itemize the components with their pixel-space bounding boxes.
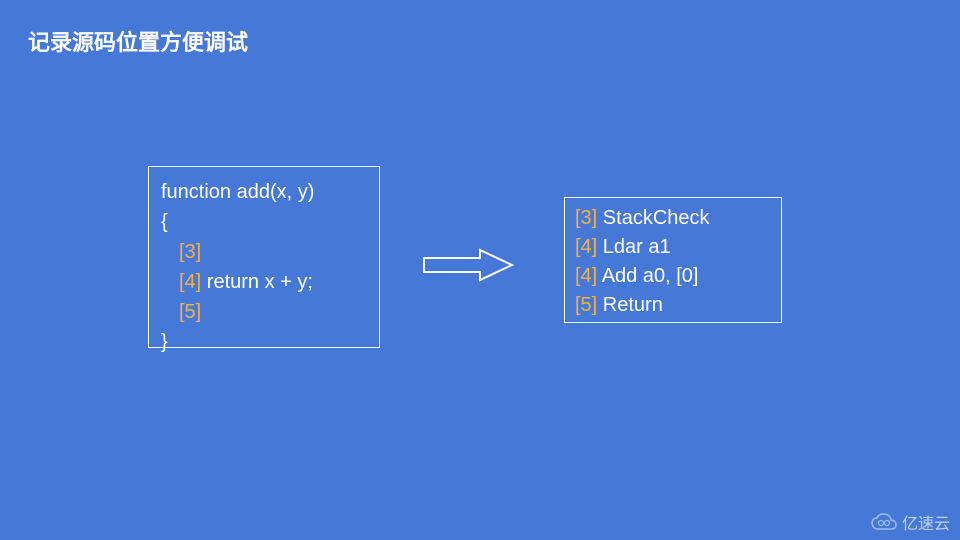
watermark: 亿速云 <box>871 510 950 534</box>
bytecode-position-marker: [5] <box>575 294 597 316</box>
bytecode-op: Ldar a1 <box>597 236 670 258</box>
bytecode-op: Return <box>597 294 663 316</box>
bytecode-op: Add a0, [0] <box>597 265 698 287</box>
arrow-icon <box>422 248 514 282</box>
bytecode-position-marker: [4] <box>575 236 597 258</box>
source-position-marker: [3] <box>161 237 367 267</box>
source-code-box: function add(x, y) { [3] [4] return x + … <box>148 166 380 348</box>
page-title: 记录源码位置方便调试 <box>28 25 248 57</box>
bytecode-line: [3] StackCheck <box>575 204 771 233</box>
bytecode-line: [4] Ldar a1 <box>575 233 771 262</box>
bytecode-position-marker: [3] <box>575 207 597 229</box>
source-line: function add(x, y) <box>161 177 367 207</box>
source-position-marker: [4] <box>179 271 201 293</box>
source-line: [4] return x + y; <box>161 267 367 297</box>
bytecode-position-marker: [4] <box>575 265 597 287</box>
bytecode-box: [3] StackCheck [4] Ldar a1 [4] Add a0, [… <box>564 197 782 323</box>
watermark-text: 亿速云 <box>902 510 950 534</box>
source-line: { <box>161 207 367 237</box>
bytecode-op: StackCheck <box>597 207 709 229</box>
cloud-icon <box>871 513 897 531</box>
source-code-text: return x + y; <box>201 271 313 293</box>
source-position-marker: [5] <box>161 297 367 327</box>
bytecode-line: [5] Return <box>575 291 771 320</box>
bytecode-line: [4] Add a0, [0] <box>575 262 771 291</box>
source-line: } <box>161 327 367 357</box>
